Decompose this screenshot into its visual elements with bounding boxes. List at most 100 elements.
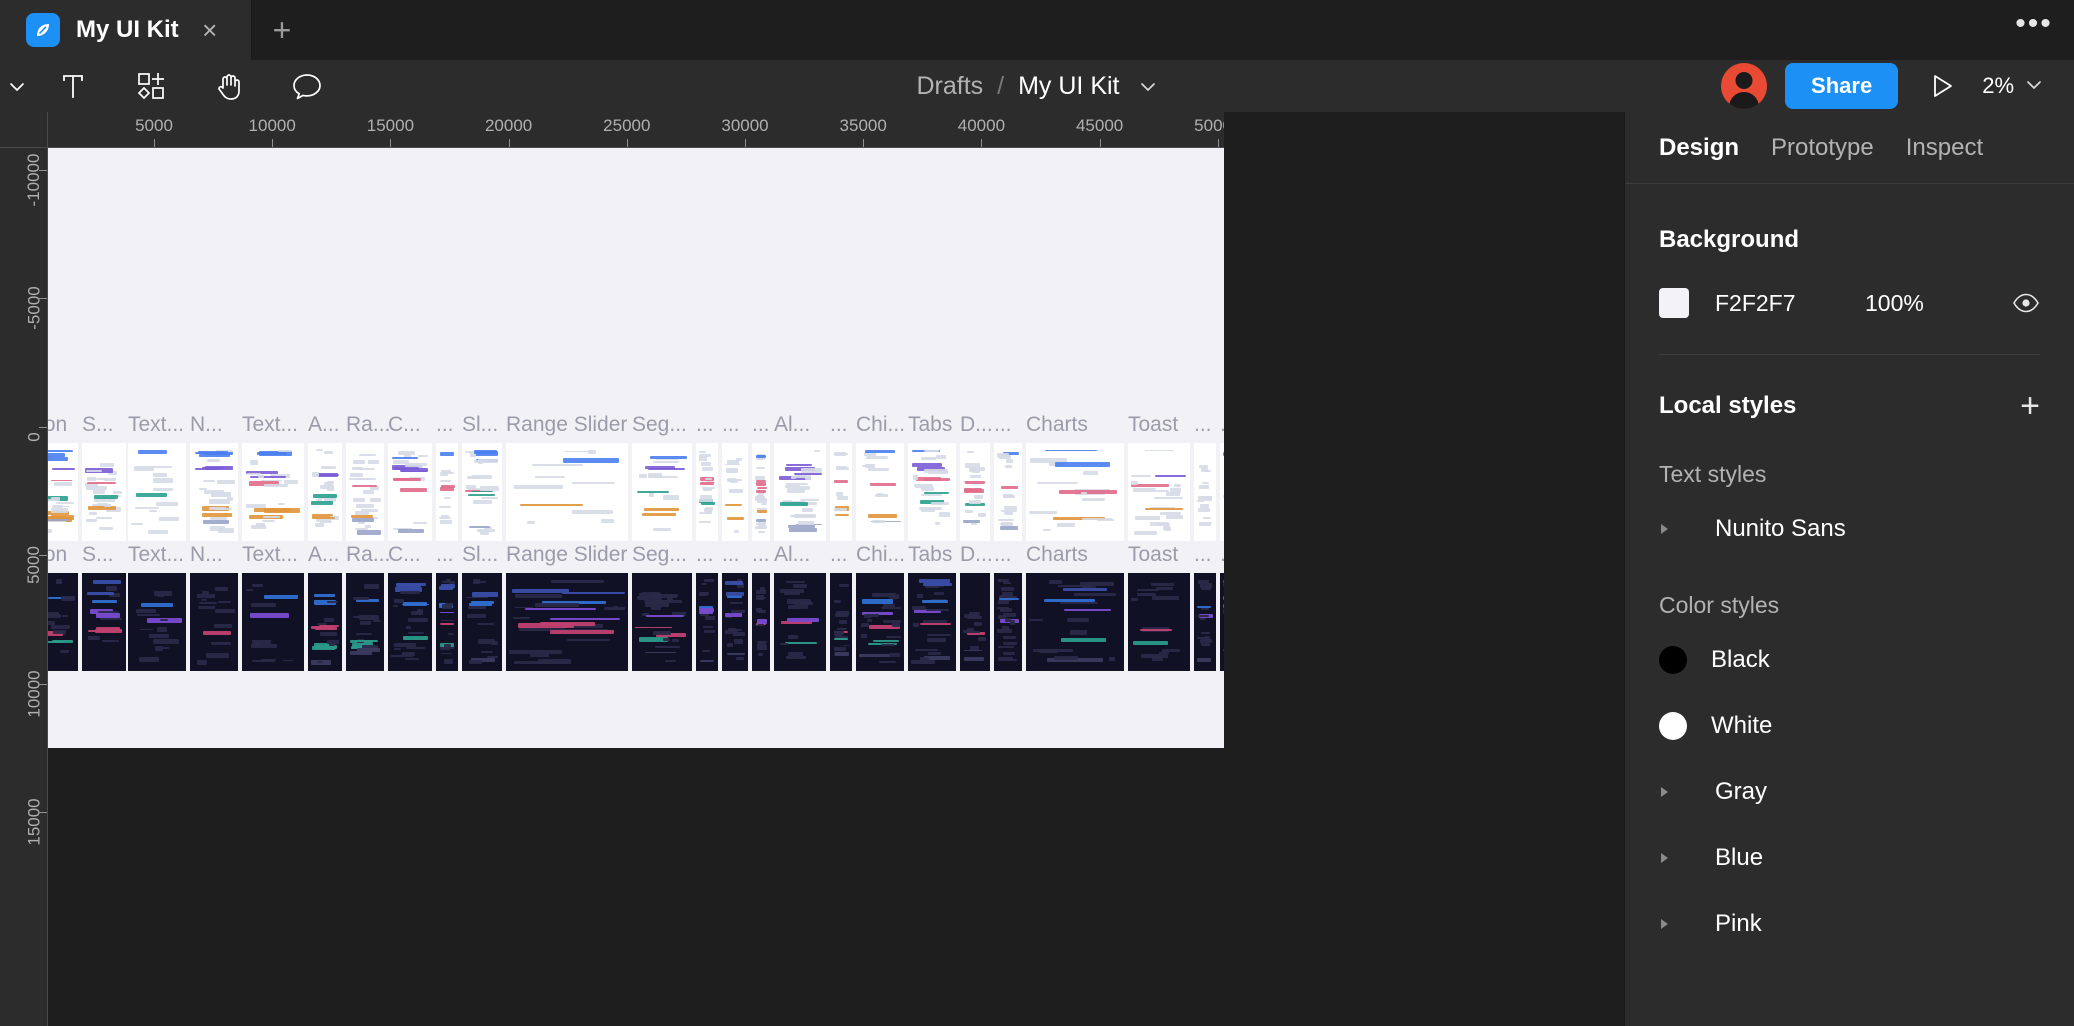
canvas-frame[interactable] [960,573,990,671]
canvas-frame[interactable] [632,443,692,541]
canvas-frame[interactable] [82,443,126,541]
canvas-frame[interactable] [752,573,770,671]
canvas-frame[interactable] [752,443,770,541]
frame-label[interactable]: Seg... [632,413,687,437]
share-button[interactable]: Share [1785,63,1899,109]
canvas[interactable]: tonS...Text...N...Text...A...Ra...C.....… [48,148,1224,1026]
tab-inspect[interactable]: Inspect [1906,134,1983,162]
chevron-right-icon[interactable] [1659,917,1693,931]
canvas-frame[interactable] [388,443,432,541]
frame-label[interactable]: Sl... [462,543,498,567]
frame-label[interactable]: Toast [1128,413,1178,437]
canvas-frame[interactable] [1026,573,1124,671]
comment-tool-icon[interactable] [268,60,346,112]
canvas-frame[interactable] [1026,443,1124,541]
background-color-swatch[interactable] [1659,288,1689,318]
close-icon[interactable]: × [195,15,225,45]
background-opacity-value[interactable]: 100% [1865,290,2012,317]
canvas-frame[interactable] [48,573,78,671]
frame-label[interactable]: ... [752,543,770,567]
canvas-frame[interactable] [830,573,852,671]
chevron-right-icon[interactable] [1659,522,1693,536]
style-item-white[interactable]: White [1659,701,2040,751]
frame-label[interactable]: Chi... [856,543,905,567]
frame-label[interactable]: ... [436,413,454,437]
frame-label[interactable]: Al... [774,543,810,567]
file-menu-chevron-down-icon[interactable] [1138,76,1158,96]
text-tool-icon[interactable] [34,60,112,112]
canvas-frame[interactable] [856,573,904,671]
canvas-frame[interactable] [506,443,628,541]
canvas-frame[interactable] [190,573,238,671]
canvas-frame[interactable] [462,443,502,541]
style-item-blue[interactable]: Blue [1659,833,2040,883]
frame-label[interactable]: Text... [128,543,184,567]
canvas-frame[interactable] [436,443,458,541]
canvas-frame[interactable] [128,573,186,671]
frame-label[interactable]: Ra... [346,413,390,437]
canvas-frame[interactable] [308,443,342,541]
frame-label[interactable]: Text... [242,413,298,437]
frame-label[interactable]: N... [190,413,223,437]
canvas-frame[interactable] [346,573,384,671]
frame-label[interactable]: Tabs [908,413,952,437]
hand-tool-icon[interactable] [190,60,268,112]
style-item-black[interactable]: Black [1659,635,2040,685]
frame-label[interactable]: ... [696,413,714,437]
background-fill-row[interactable]: F2F2F7 100% [1659,288,2040,318]
canvas-frame[interactable] [774,573,826,671]
frame-label[interactable]: D... [960,543,993,567]
frame-label[interactable]: Text... [128,413,184,437]
frame-label[interactable]: Al... [774,413,810,437]
vertical-ruler[interactable]: -10000 -5000 0 5000 10000 15000 [0,148,48,1026]
canvas-frame[interactable] [462,573,502,671]
chevron-right-icon[interactable] [1659,785,1693,799]
tab-prototype[interactable]: Prototype [1771,134,1874,162]
frame-label[interactable]: Seg... [632,543,687,567]
canvas-frame[interactable] [128,443,186,541]
horizontal-ruler[interactable]: 5000 10000 15000 20000 25000 30000 35000 40000 4… [48,112,1224,148]
canvas-frame[interactable] [908,443,956,541]
frame-label[interactable]: ... [830,413,848,437]
frame-label[interactable]: Range Slider [506,413,627,437]
canvas-frame[interactable] [960,443,990,541]
canvas-frame[interactable] [856,443,904,541]
canvas-frame[interactable] [722,443,748,541]
file-tab[interactable]: My UI Kit × [0,0,252,60]
frame-label[interactable]: Toast [1128,543,1178,567]
canvas-frame[interactable] [308,573,342,671]
frame-label[interactable]: ... [436,543,454,567]
frame-label[interactable]: S... [82,413,114,437]
frame-label[interactable]: N... [190,543,223,567]
canvas-frame[interactable] [1128,573,1190,671]
frame-label[interactable]: ... [1220,413,1224,437]
canvas-frame[interactable] [774,443,826,541]
canvas-frame[interactable] [994,573,1022,671]
canvas-frame[interactable] [82,573,126,671]
frame-label[interactable]: ... [830,543,848,567]
frame-label[interactable]: ... [1194,543,1212,567]
frame-label[interactable]: C... [388,543,421,567]
canvas-frame[interactable] [388,573,432,671]
canvas-frame[interactable] [1220,443,1224,541]
canvas-frame[interactable] [994,443,1022,541]
tools-menu-chevron-down-icon[interactable] [0,60,34,112]
background-hex-value[interactable]: F2F2F7 [1715,290,1865,317]
frame-label[interactable]: ... [1220,543,1224,567]
frame-label[interactable]: ton [48,413,67,437]
frame-label[interactable]: C... [388,413,421,437]
frame-label[interactable]: ... [1194,413,1212,437]
canvas-frame[interactable] [632,573,692,671]
frame-label[interactable]: ... [696,543,714,567]
frame-label[interactable]: S... [82,543,114,567]
frame-label[interactable]: ... [722,543,740,567]
canvas-frame[interactable] [722,573,748,671]
frame-label[interactable]: Charts [1026,413,1088,437]
canvas-frame[interactable] [242,443,304,541]
frame-label[interactable]: Range Slider [506,543,627,567]
style-item-pink[interactable]: Pink [1659,899,2040,949]
canvas-frame[interactable] [346,443,384,541]
frame-label[interactable]: D... [960,413,993,437]
zoom-control[interactable]: 2% [1968,73,2052,99]
canvas-frame[interactable] [506,573,628,671]
